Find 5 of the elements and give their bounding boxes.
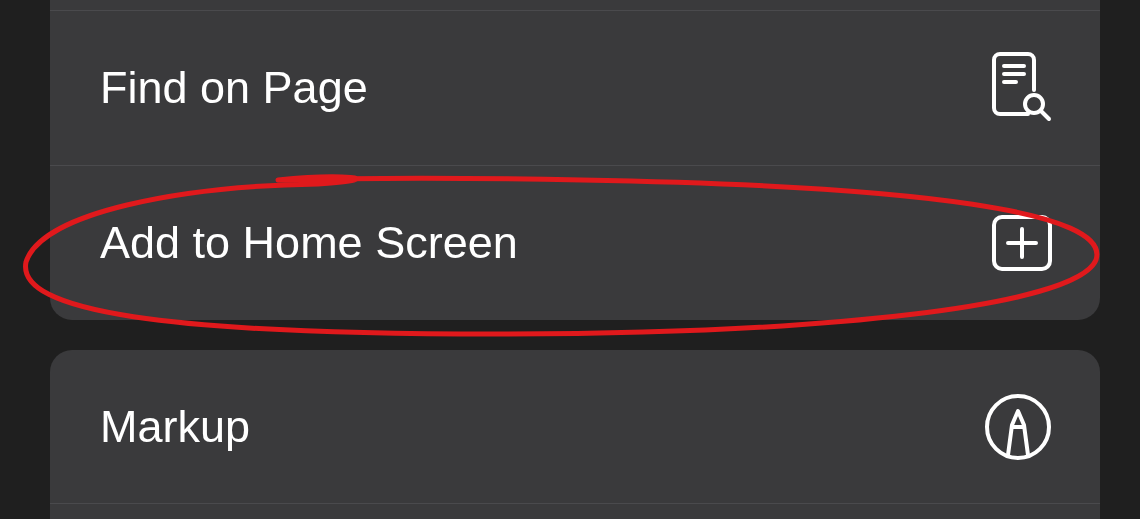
menu-item[interactable]: Find on Page — [50, 11, 1100, 165]
pen-tip-icon — [984, 392, 1052, 461]
menu-item[interactable]: Add to Home Screen — [50, 166, 1100, 320]
menu-item[interactable]: Markup — [50, 350, 1100, 503]
plus-square-icon — [992, 215, 1052, 271]
